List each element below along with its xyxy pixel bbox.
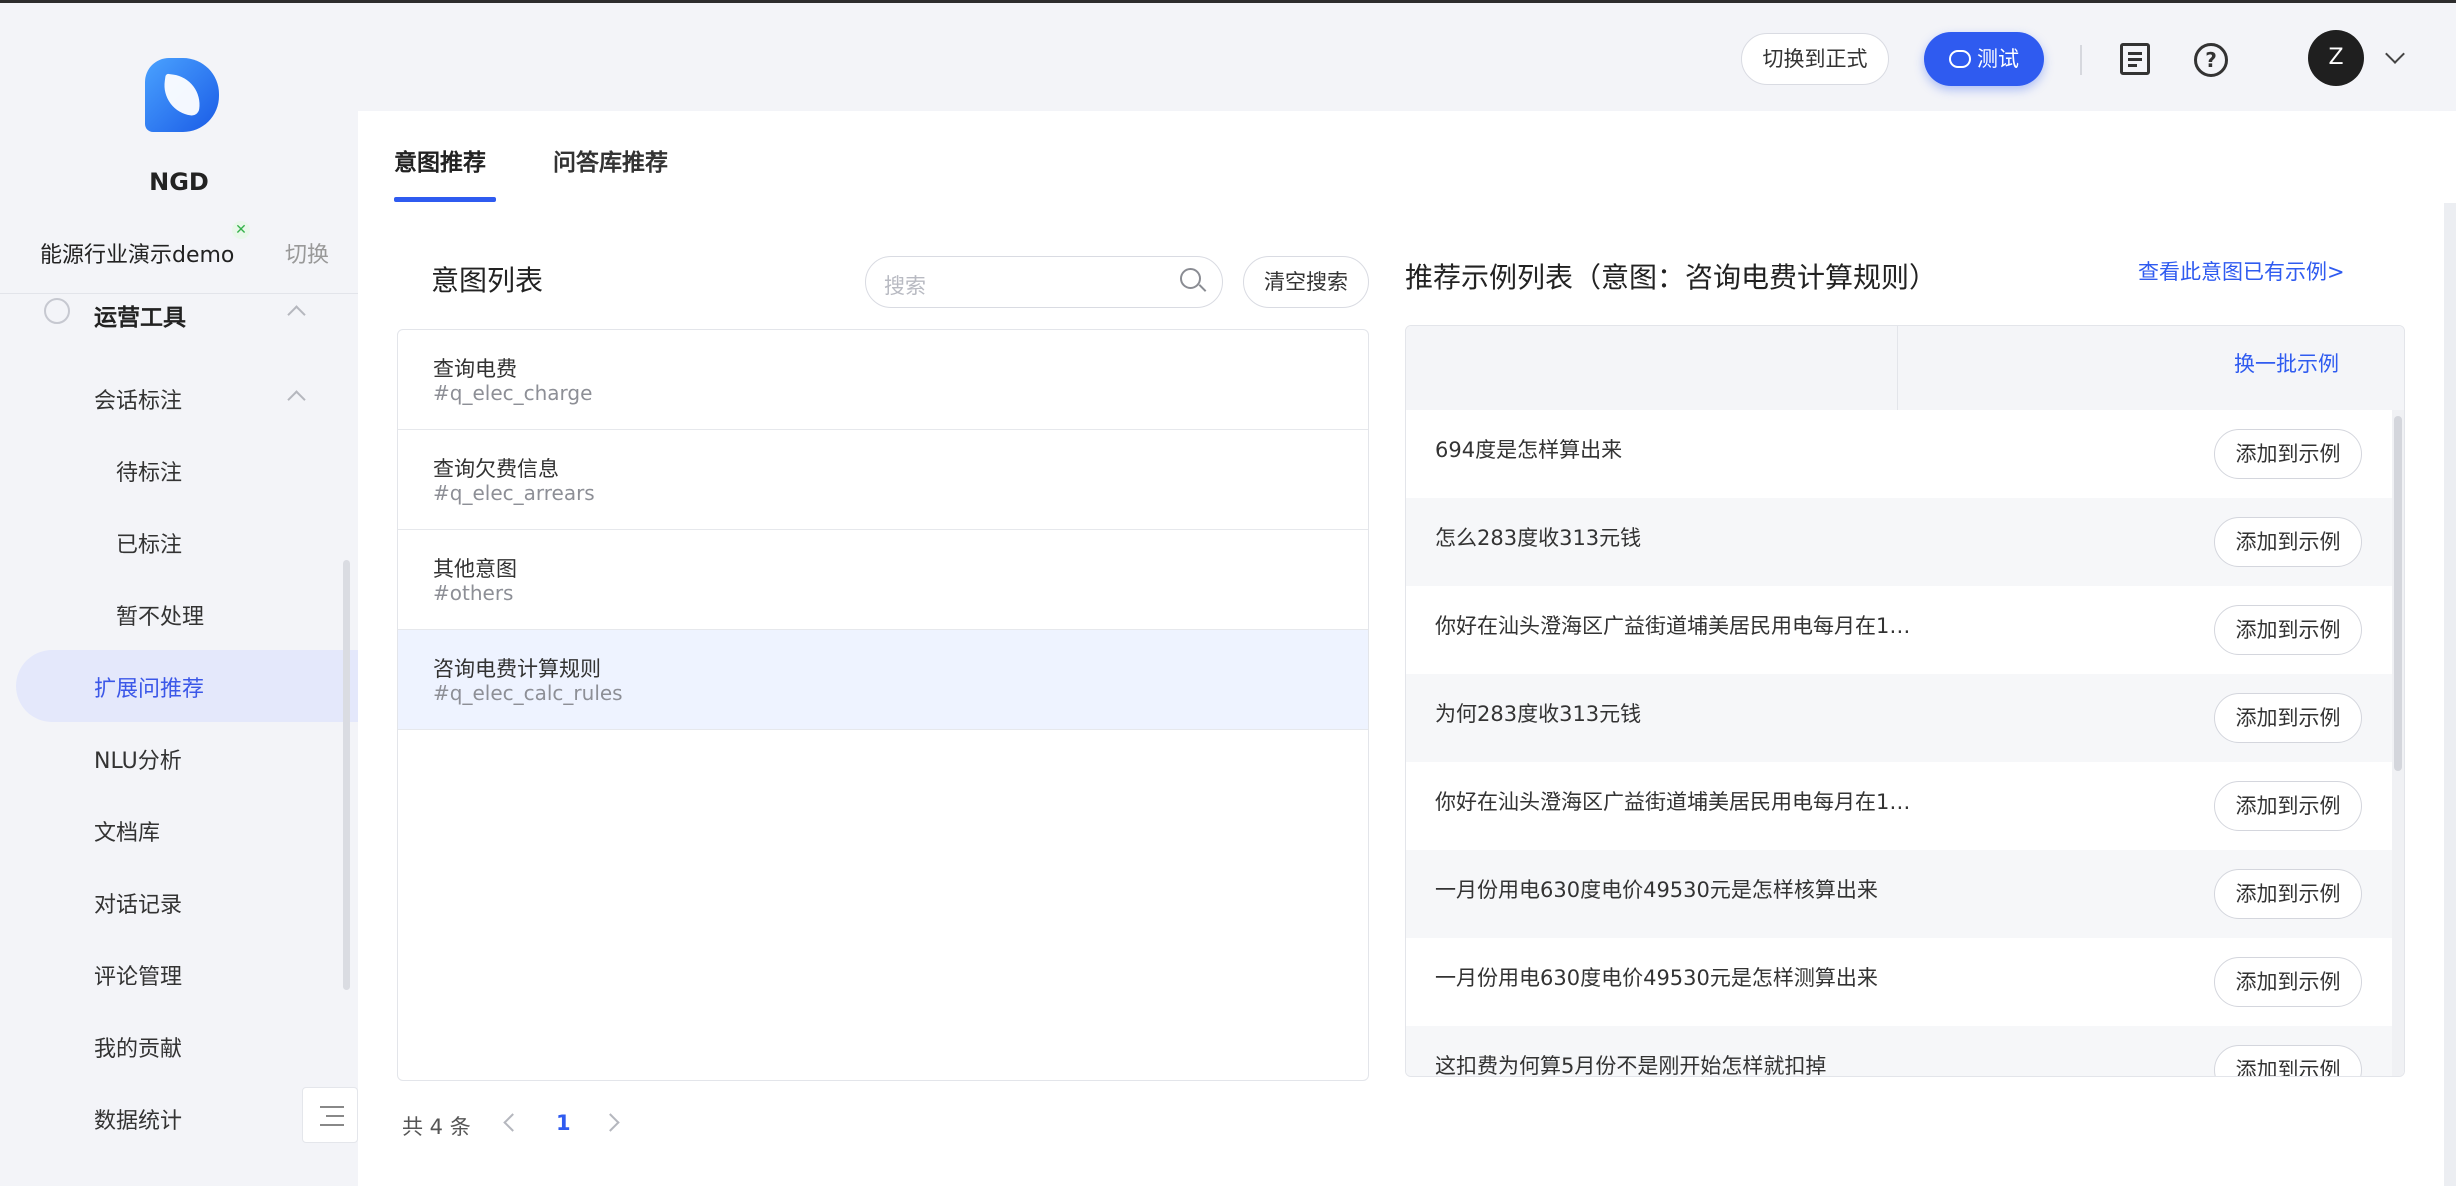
chevron-up-icon[interactable]: [287, 390, 306, 409]
example-text: 为何283度收313元钱: [1435, 702, 1642, 726]
add-to-examples-button[interactable]: 添加到示例: [2214, 869, 2362, 919]
example-text: 一月份用电630度电价49530元是怎样核算出来: [1435, 878, 1878, 902]
intent-name: 查询电费: [433, 357, 517, 381]
tab-bar: 意图推荐 问答库推荐: [358, 111, 2456, 203]
intent-list-title: 意图列表: [431, 264, 544, 297]
avatar[interactable]: Z: [2308, 30, 2364, 86]
tab-qa-recommend[interactable]: 问答库推荐: [553, 143, 668, 177]
sidebar-group-ops-tools[interactable]: 运营工具: [94, 298, 186, 332]
sidebar-item-chat-records[interactable]: 对话记录: [94, 887, 182, 919]
add-to-examples-button[interactable]: 添加到示例: [2214, 429, 2362, 479]
example-table-scrollbar[interactable]: [2394, 416, 2402, 771]
example-text: 怎么283度收313元钱: [1435, 526, 1642, 550]
test-button[interactable]: 测试: [1924, 32, 2044, 86]
list-item[interactable]: 查询电费 #q_elec_charge: [398, 330, 1368, 430]
table-row: 一月份用电630度电价49530元是怎样测算出来 添加到示例: [1406, 938, 2392, 1026]
intent-list: 查询电费 #q_elec_charge 查询欠费信息 #q_elec_arrea…: [397, 329, 1369, 1081]
sidebar-item-contributions[interactable]: 我的贡献: [94, 1031, 182, 1063]
example-text: 694度是怎样算出来: [1435, 438, 1623, 462]
table-row: 694度是怎样算出来 添加到示例: [1406, 410, 2392, 498]
add-to-examples-button[interactable]: 添加到示例: [2214, 517, 2362, 567]
list-item-selected[interactable]: 咨询电费计算规则 #q_elec_calc_rules: [398, 630, 1368, 730]
view-existing-examples-link[interactable]: 查看此意图已有示例>: [2138, 256, 2345, 286]
example-text: 你好在汕头澄海区广益街道埔美居民用电每月在1…: [1435, 790, 1911, 814]
chevron-up-icon[interactable]: [287, 305, 306, 324]
brand-name: NGD: [149, 168, 209, 196]
example-text: 这扣费为何算5月份不是刚开始怎样就扣掉: [1435, 1054, 1827, 1077]
tenant-name: 能源行业演示demo: [40, 243, 235, 268]
header-divider: [2080, 45, 2082, 75]
sidebar-subgroup-annotation[interactable]: 会话标注: [94, 383, 182, 415]
main-panel: 切换到正式 测试 ? Z 意图推荐 问答库推荐 意图列表 搜索 清空搜索 查询电…: [358, 3, 2456, 1186]
table-row: 怎么283度收313元钱 添加到示例: [1406, 498, 2392, 586]
pagination-current-page[interactable]: 1: [556, 1111, 571, 1135]
sidebar: NGD 能源行业演示demo ✕ 切换 运营工具 会话标注 待标注 已标注 暂不…: [0, 3, 358, 1186]
switch-to-production-button[interactable]: 切换到正式: [1741, 33, 1889, 85]
table-row: 一月份用电630度电价49530元是怎样核算出来 添加到示例: [1406, 850, 2392, 938]
sidebar-item-pending[interactable]: 待标注: [116, 455, 182, 487]
pagination-total: 共 4 条: [402, 1115, 471, 1139]
example-text: 你好在汕头澄海区广益街道埔美居民用电每月在1…: [1435, 614, 1911, 638]
table-row: 这扣费为何算5月份不是刚开始怎样就扣掉 添加到示例: [1406, 1026, 2392, 1077]
add-to-examples-button[interactable]: 添加到示例: [2214, 605, 2362, 655]
sidebar-divider: [0, 293, 358, 294]
collapse-sidebar-button[interactable]: [302, 1087, 358, 1143]
tools-icon: [44, 298, 70, 324]
add-to-examples-button[interactable]: 添加到示例: [2214, 957, 2362, 1007]
list-item[interactable]: 查询欠费信息 #q_elec_arrears: [398, 430, 1368, 530]
sidebar-item-extension-recommend[interactable]: 扩展问推荐: [94, 671, 204, 703]
chevron-down-icon[interactable]: [2385, 44, 2405, 64]
page-scrollbar[interactable]: [2444, 203, 2456, 1186]
sidebar-item-nlu-analysis[interactable]: NLU分析: [94, 743, 182, 775]
example-text: 一月份用电630度电价49530元是怎样测算出来: [1435, 966, 1878, 990]
sidebar-item-skipped[interactable]: 暂不处理: [116, 599, 204, 631]
example-table: 换一批示例 694度是怎样算出来 添加到示例 怎么283度收313元钱 添加到示…: [1405, 325, 2405, 1077]
table-row: 为何283度收313元钱 添加到示例: [1406, 674, 2392, 762]
next-page-icon[interactable]: [601, 1113, 620, 1132]
table-row: 你好在汕头澄海区广益街道埔美居民用电每月在1… 添加到示例: [1406, 762, 2392, 850]
table-header: 换一批示例: [1406, 326, 2404, 410]
search-placeholder: 搜索: [884, 274, 926, 298]
intent-name: 咨询电费计算规则: [433, 657, 601, 681]
list-item[interactable]: 其他意图 #others: [398, 530, 1368, 630]
tenant-switch-button[interactable]: 切换: [285, 237, 329, 269]
sidebar-item-comments[interactable]: 评论管理: [94, 959, 182, 991]
prev-page-icon[interactable]: [503, 1113, 522, 1132]
refresh-examples-link[interactable]: 换一批示例: [2234, 348, 2339, 378]
sidebar-item-doc-library[interactable]: 文档库: [94, 815, 160, 847]
document-icon[interactable]: [2120, 43, 2150, 75]
header-bar: 切换到正式 测试 ? Z: [358, 3, 2456, 111]
search-icon[interactable]: [1180, 268, 1207, 294]
intent-id: #others: [433, 581, 514, 605]
pin-icon: ✕: [232, 221, 250, 239]
chat-icon: [1949, 50, 1971, 68]
sidebar-item-annotated[interactable]: 已标注: [116, 527, 182, 559]
tab-intent-recommend[interactable]: 意图推荐: [394, 143, 486, 177]
intent-id: #q_elec_calc_rules: [433, 681, 623, 705]
search-input[interactable]: 搜索: [865, 256, 1223, 308]
active-tab-indicator: [394, 197, 496, 202]
content-area: 意图列表 搜索 清空搜索 查询电费 #q_elec_charge 查询欠费信息 …: [358, 203, 2456, 1186]
clear-search-button[interactable]: 清空搜索: [1243, 256, 1369, 308]
test-button-label: 测试: [1977, 47, 2019, 71]
ngd-logo-icon: [145, 58, 219, 132]
intent-id: #q_elec_arrears: [433, 481, 595, 505]
intent-id: #q_elec_charge: [433, 381, 593, 405]
add-to-examples-button[interactable]: 添加到示例: [2214, 693, 2362, 743]
add-to-examples-button[interactable]: 添加到示例: [2214, 781, 2362, 831]
help-icon[interactable]: ?: [2194, 43, 2228, 77]
sidebar-item-statistics[interactable]: 数据统计: [94, 1103, 182, 1135]
example-list-title: 推荐示例列表（意图：咨询电费计算规则）: [1405, 261, 1938, 294]
intent-name: 查询欠费信息: [433, 457, 559, 481]
table-row: 你好在汕头澄海区广益街道埔美居民用电每月在1… 添加到示例: [1406, 586, 2392, 674]
sidebar-scrollbar[interactable]: [343, 560, 350, 990]
add-to-examples-button[interactable]: 添加到示例: [2214, 1045, 2362, 1076]
intent-name: 其他意图: [433, 557, 517, 581]
